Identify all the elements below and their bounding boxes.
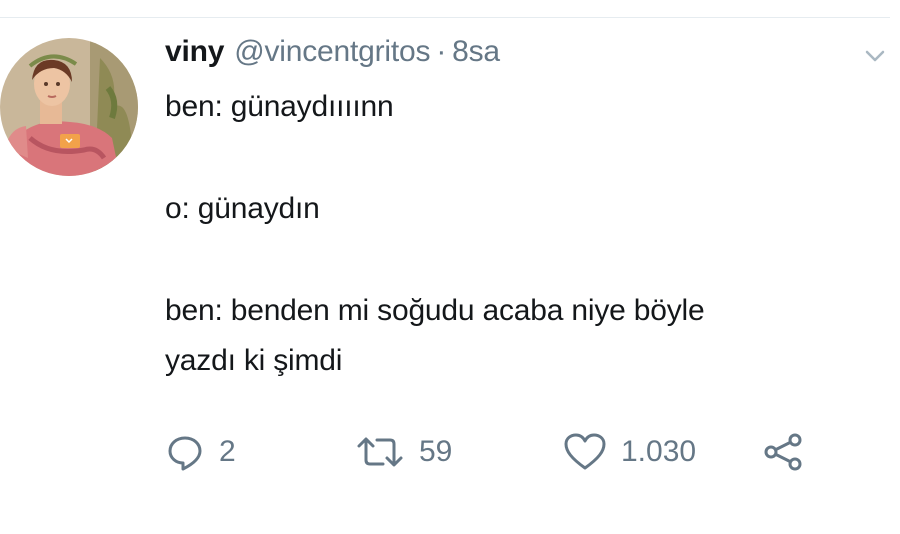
like-count: 1.030: [621, 435, 697, 468]
tweet-line: yazdı ki şimdi: [165, 344, 343, 377]
tweet-line-blank: [165, 132, 890, 184]
retweet-button[interactable]: 59: [355, 425, 452, 479]
tweet-line-blank: [165, 234, 890, 286]
heart-icon: [564, 433, 606, 470]
reply-count: 2: [219, 435, 236, 468]
chevron-down-icon[interactable]: [864, 48, 886, 64]
avatar[interactable]: [0, 38, 138, 176]
tweet-header: viny @vincentgritos · 8sa: [165, 32, 500, 72]
retweet-count: 59: [419, 435, 453, 468]
tweet-actions: 2 59 1.030: [165, 425, 865, 479]
tweet-page: viny @vincentgritos · 8sa ben: günaydııı…: [0, 0, 900, 534]
reply-icon: [168, 436, 202, 471]
avatar-painting-icon: [0, 38, 138, 176]
tweet-text: ben: günaydıııınn o: günaydın ben: bende…: [165, 82, 890, 386]
tweet-timestamp[interactable]: 8sa: [452, 32, 500, 72]
display-name[interactable]: viny: [165, 32, 224, 72]
top-divider: [0, 17, 890, 18]
share-icon: [764, 433, 802, 471]
tweet-line: ben: benden mi soğudu acaba niye böyle: [165, 294, 705, 327]
retweet-icon: [357, 437, 403, 467]
user-handle[interactable]: @vincentgritos: [234, 32, 430, 72]
share-button[interactable]: [761, 425, 805, 479]
tweet-line: ben: günaydıııınn: [165, 90, 394, 123]
like-button[interactable]: 1.030: [563, 425, 696, 479]
tweet-line: o: günaydın: [165, 192, 320, 225]
reply-button[interactable]: 2: [165, 425, 236, 479]
header-separator: ·: [436, 35, 447, 68]
